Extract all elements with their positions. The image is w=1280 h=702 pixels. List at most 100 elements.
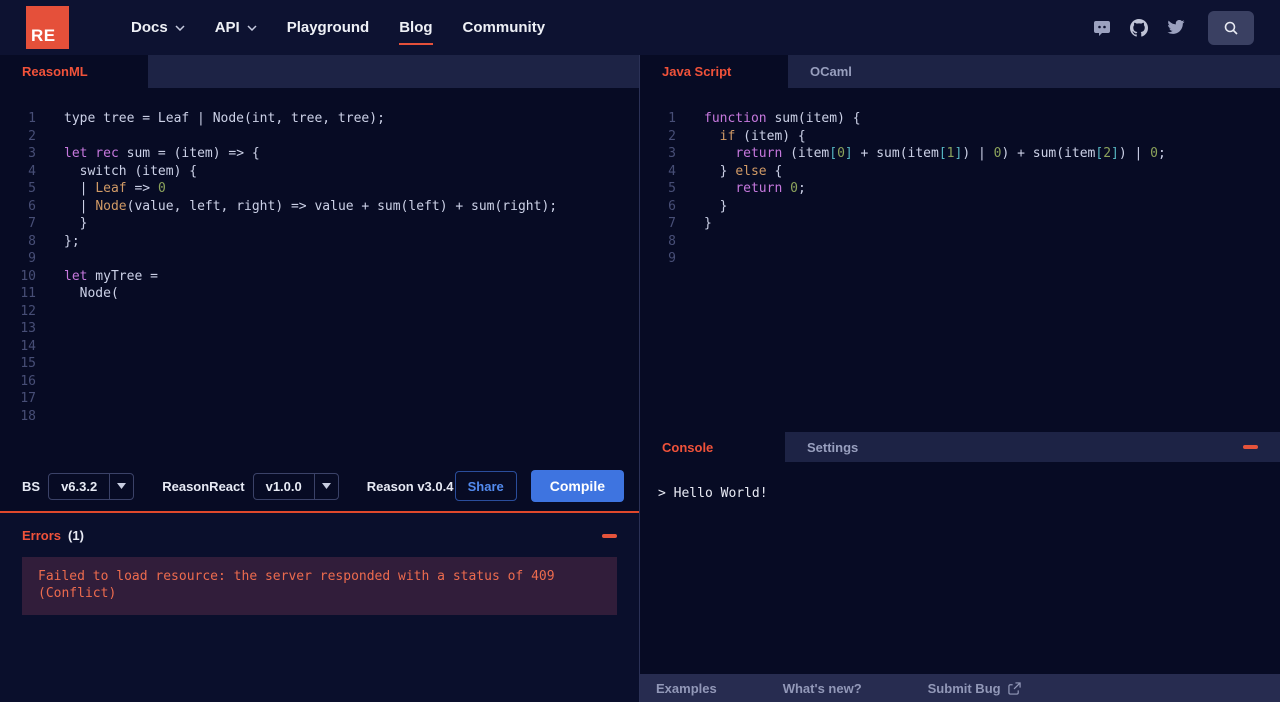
logo[interactable]: RE [26,6,69,49]
line-content: } [704,216,712,231]
errors-header: Errors (1) [0,513,639,554]
chevron-down-icon [247,24,257,31]
reasonreact-version-value: v1.0.0 [265,478,302,494]
nav-link-api[interactable]: API [215,19,257,36]
discord-icon[interactable] [1093,20,1111,36]
main-split: ReasonML 1 type tree = Leaf | Node(int, t… [0,55,1280,702]
line-content: | Leaf => 0 [64,181,166,196]
line-number: 8 [28,233,36,249]
line-number: 18 [20,408,36,424]
code-line: 9 [0,250,639,268]
line-number: 9 [668,251,676,266]
line-content: switch (item) { [64,163,198,179]
code-line: 13 [0,320,639,338]
code-line: 5 | Leaf => 0 [0,180,639,198]
tab-reasonml[interactable]: ReasonML [0,55,148,88]
nav-link-playground[interactable]: Playground [287,19,370,36]
share-button[interactable]: Share [454,471,517,501]
code-line: 14 [0,338,639,356]
nav-link-community[interactable]: Community [463,19,546,36]
console-output: > Hello World! [658,486,768,501]
line-number: 16 [20,373,36,389]
errors-panel: Errors (1) Failed to load resource: the … [0,511,639,702]
collapse-errors-icon[interactable] [602,533,617,538]
code-line: 12 [0,303,639,321]
javascript-editor[interactable]: 1 function sum(item) {2 if (item) {3 retu… [640,88,1280,432]
line-content: return (item[0] + sum(item[1]) | 0) + su… [735,146,1166,161]
compiler-toolbar: BS v6.3.2 ReasonReact v1.0.0 Reason v3.0… [0,461,639,511]
navbar: RE Docs API Playground Blog Community [0,0,1280,55]
nav-link-docs[interactable]: Docs [131,19,185,36]
code-line: 4 switch (item) { [0,163,639,181]
tab-ocaml[interactable]: OCaml [788,55,874,88]
compile-button[interactable]: Compile [530,470,624,502]
line-content: let myTree = [64,268,158,284]
nav-link-label: Playground [286,19,370,36]
line-number: 17 [20,391,36,406]
line-content: Node( [64,286,119,301]
reason-version-label: Reason v3.0.4 [366,478,454,494]
github-icon[interactable] [1130,18,1148,37]
line-number: 2 [668,128,676,144]
nav-link-label: API [214,19,240,36]
search-button[interactable] [1208,10,1254,45]
line-number: 4 [668,163,676,179]
output-pane: Java Script OCaml 1 function sum(item) {2… [640,55,1280,702]
code-line: 6 | Node(value, left, right) => value + … [0,198,639,216]
twitter-icon[interactable] [1167,20,1185,35]
line-number: 5 [668,181,676,196]
code-line: 16 [0,373,639,391]
reasonreact-version-dropdown[interactable]: v1.0.0 [252,472,339,500]
collapse-console-icon[interactable] [1243,445,1258,449]
line-number: 2 [28,128,36,144]
main-nav: Docs API Playground Blog Community [131,19,546,45]
tab-console[interactable]: Console [640,432,785,462]
errors-count-badge: (1) [68,528,84,543]
bs-label: BS [22,478,41,494]
code-line: 18 [0,408,639,426]
bs-version-dropdown[interactable]: v6.3.2 [48,472,135,500]
nav-link-label: Community [462,19,546,36]
nav-link-blog[interactable]: Blog [399,19,433,45]
line-content: } [64,216,88,231]
code-line: 8}; [0,233,639,251]
right-tabbar: Java Script OCaml [640,55,1280,88]
chevron-down-icon [313,473,338,499]
code-line: 6 } [640,198,1280,216]
line-number: 10 [20,268,36,284]
line-number: 11 [20,286,36,301]
line-number: 3 [28,146,36,161]
line-content: if (item) { [719,128,806,144]
footer-link-whatsnew[interactable]: What's new? [783,681,862,696]
line-number: 3 [668,146,676,161]
tab-javascript[interactable]: Java Script [640,55,788,88]
footer-link-label: Examples [656,680,717,696]
footer-link-examples[interactable]: Examples [656,681,717,696]
line-number: 7 [28,216,36,231]
line-number: 5 [28,181,36,196]
line-number: 6 [28,198,36,214]
chevron-down-icon [109,473,133,499]
line-number: 8 [668,233,676,249]
line-number: 13 [20,321,36,336]
console-tabbar: Console Settings [640,432,1280,462]
reason-editor[interactable]: 1 type tree = Leaf | Node(int, tree, tree… [0,88,639,461]
footer-link-submitbug[interactable]: Submit Bug [928,681,1021,696]
code-line: 1 type tree = Leaf | Node(int, tree, tree… [0,110,639,128]
tab-settings[interactable]: Settings [785,432,880,462]
reason-pane: ReasonML 1 type tree = Leaf | Node(int, t… [0,55,640,702]
code-line: 8 [640,233,1280,251]
line-content: let rec sum = (item) => { [64,146,260,161]
line-content: return 0; [735,181,806,196]
code-line: 4 } else { [640,163,1280,181]
footer-link-label: Submit Bug [927,680,1001,696]
console-footer: Examples What's new? Submit Bug [640,674,1280,702]
code-line: 2 [0,128,639,146]
code-line: 5 return 0; [640,180,1280,198]
errors-title: Errors [22,528,62,543]
navbar-right [1093,10,1254,45]
search-icon [1224,21,1238,35]
line-number: 1 [28,111,36,126]
left-tabbar: ReasonML [0,55,639,88]
code-line: 7 } [0,215,639,233]
